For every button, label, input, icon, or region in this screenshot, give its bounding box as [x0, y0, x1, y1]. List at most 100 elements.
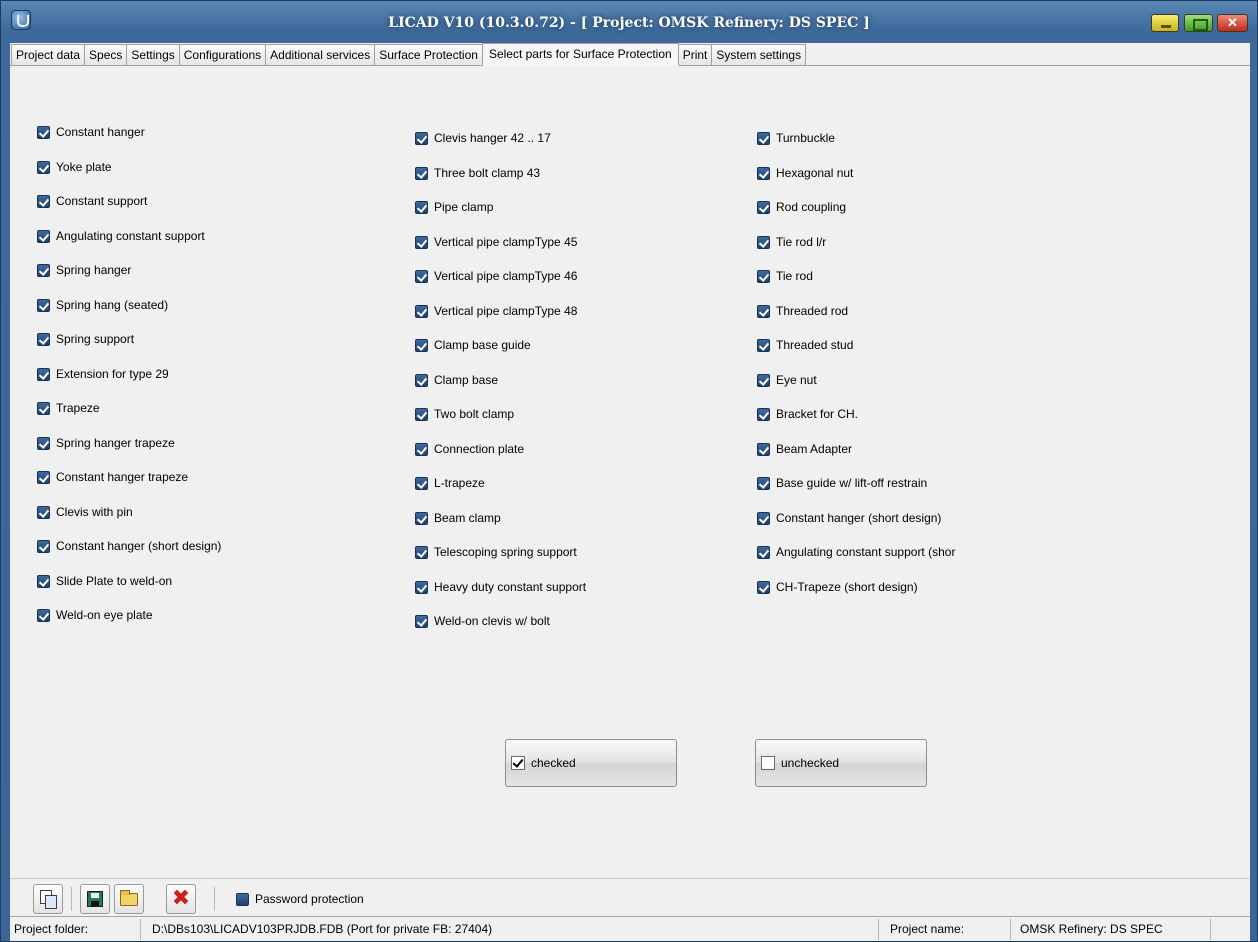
checkbox-checked-icon	[415, 131, 428, 145]
checkbox-checked-icon	[37, 608, 50, 622]
part-checkbox[interactable]: Heavy duty constant support	[415, 579, 586, 595]
checkbox-checked-icon	[757, 407, 770, 421]
part-checkbox[interactable]: Angulating constant support	[37, 228, 205, 244]
tab-specs[interactable]: Specs	[84, 44, 128, 65]
part-checkbox-label: Clevis hanger 42 .. 17	[434, 131, 551, 145]
toolbar-separator	[71, 887, 72, 911]
checkbox-checked-icon	[415, 407, 428, 421]
part-checkbox[interactable]: Base guide w/ lift-off restrain	[757, 475, 927, 491]
tab-settings[interactable]: Settings	[126, 44, 180, 65]
part-checkbox[interactable]: Constant hanger	[37, 124, 145, 140]
checked-checkbox-icon	[511, 756, 525, 770]
part-checkbox-label: Vertical pipe clampType 45	[434, 235, 578, 249]
part-checkbox[interactable]: Constant hanger (short design)	[757, 510, 941, 526]
part-checkbox[interactable]: Beam Adapter	[757, 441, 852, 457]
part-checkbox-label: Turnbuckle	[776, 131, 835, 145]
part-checkbox-label: Weld-on clevis w/ bolt	[434, 614, 550, 628]
part-checkbox[interactable]: Threaded rod	[757, 303, 848, 319]
part-checkbox[interactable]: Three bolt clamp 43	[415, 165, 540, 181]
part-checkbox-label: Angulating constant support	[56, 229, 205, 243]
folder-open-icon	[120, 889, 138, 906]
part-checkbox[interactable]: Clevis with pin	[37, 504, 133, 520]
unchecked-checkbox-icon	[761, 756, 775, 770]
uncheck-all-label: unchecked	[781, 756, 840, 770]
copy-project-button[interactable]	[33, 884, 63, 914]
part-checkbox[interactable]: CH-Trapeze (short design)	[757, 579, 918, 595]
part-checkbox[interactable]: Turnbuckle	[757, 130, 835, 146]
part-checkbox-label: Hexagonal nut	[776, 166, 854, 180]
part-checkbox-label: Clamp base guide	[434, 338, 531, 352]
tab-print[interactable]: Print	[677, 44, 713, 65]
tab-select-parts-for-surface-protection[interactable]: Select parts for Surface Protection	[481, 43, 679, 66]
part-checkbox-label: Rod coupling	[776, 200, 847, 214]
password-protection-checkbox[interactable]: Password protection	[236, 892, 364, 906]
part-checkbox[interactable]: Angulating constant support (shor	[757, 544, 955, 560]
part-checkbox-label: Connection plate	[434, 442, 525, 456]
part-checkbox[interactable]: Vertical pipe clampType 48	[415, 303, 577, 319]
part-checkbox[interactable]: Constant hanger (short design)	[37, 538, 221, 554]
open-folder-button[interactable]	[114, 884, 144, 914]
part-checkbox[interactable]: Connection plate	[415, 441, 524, 457]
select-parts-panel: checked unchecked Constant hanger Yoke pl…	[10, 66, 1250, 878]
checkbox-checked-icon	[757, 131, 770, 145]
part-checkbox[interactable]: Rod coupling	[757, 199, 846, 215]
window-title: LICAD V10 (10.3.0.72) - [ Project: OMSK …	[388, 15, 870, 31]
tab-strip: Project data Specs Settings Configurations A…	[10, 43, 1250, 66]
maximize-button[interactable]	[1184, 14, 1213, 32]
part-checkbox[interactable]: Tie rod	[757, 268, 813, 284]
part-checkbox[interactable]: Telescoping spring support	[415, 544, 577, 560]
part-checkbox-label: Angulating constant support (shor	[776, 545, 956, 559]
checkbox-checked-icon	[415, 200, 428, 214]
save-button[interactable]	[80, 884, 110, 914]
tab-surface-protection[interactable]: Surface Protection	[374, 44, 483, 65]
part-checkbox[interactable]: Clamp base	[415, 372, 498, 388]
part-checkbox-label: Trapeze	[56, 401, 100, 415]
part-checkbox[interactable]: Extension for type 29	[37, 366, 169, 382]
part-checkbox-label: Constant hanger (short design)	[776, 511, 942, 525]
minimize-button[interactable]	[1151, 14, 1179, 32]
part-checkbox-label: Yoke plate	[56, 160, 112, 174]
checkbox-checked-icon	[37, 401, 50, 415]
client-area: Project data Specs Settings Configurations A…	[10, 43, 1250, 941]
part-checkbox[interactable]: Bracket for CH.	[757, 406, 858, 422]
part-checkbox-label: Weld-on eye plate	[56, 608, 153, 622]
part-checkbox[interactable]: Vertical pipe clampType 45	[415, 234, 577, 250]
part-checkbox[interactable]: Pipe clamp	[415, 199, 493, 215]
part-checkbox[interactable]: Vertical pipe clampType 46	[415, 268, 577, 284]
part-checkbox[interactable]: Clevis hanger 42 .. 17	[415, 130, 551, 146]
part-checkbox[interactable]: Beam clamp	[415, 510, 501, 526]
part-checkbox[interactable]: Slide Plate to weld-on	[37, 573, 172, 589]
tab-configurations[interactable]: Configurations	[178, 44, 267, 65]
part-checkbox[interactable]: Weld-on clevis w/ bolt	[415, 613, 550, 629]
close-window-button[interactable]: ✕	[1217, 14, 1248, 32]
part-checkbox[interactable]: Constant hanger trapeze	[37, 469, 188, 485]
part-checkbox[interactable]: Eye nut	[757, 372, 817, 388]
part-checkbox[interactable]: Spring hang (seated)	[37, 297, 168, 313]
tab-project-data[interactable]: Project data	[11, 44, 86, 65]
part-checkbox[interactable]: Weld-on eye plate	[37, 607, 153, 623]
check-all-button[interactable]: checked	[505, 739, 677, 787]
part-checkbox[interactable]: Constant support	[37, 193, 147, 209]
tab-system-settings[interactable]: System settings	[711, 44, 807, 65]
checkbox-checked-icon	[757, 511, 770, 525]
part-checkbox-label: Beam Adapter	[776, 442, 853, 456]
checkbox-checked-icon	[757, 373, 770, 387]
part-checkbox[interactable]: Hexagonal nut	[757, 165, 853, 181]
part-checkbox[interactable]: Spring support	[37, 331, 134, 347]
delete-button[interactable]: ✖	[166, 884, 196, 914]
part-checkbox[interactable]: Tie rod l/r	[757, 234, 826, 250]
title-bar[interactable]: LICAD V10 (10.3.0.72) - [ Project: OMSK …	[1, 1, 1257, 43]
part-checkbox[interactable]: Threaded stud	[757, 337, 853, 353]
part-checkbox[interactable]: Clamp base guide	[415, 337, 531, 353]
main-window: LICAD V10 (10.3.0.72) - [ Project: OMSK …	[0, 0, 1258, 942]
part-checkbox[interactable]: Trapeze	[37, 400, 100, 416]
part-checkbox[interactable]: Yoke plate	[37, 159, 112, 175]
part-checkbox[interactable]: Spring hanger trapeze	[37, 435, 175, 451]
uncheck-all-button[interactable]: unchecked	[755, 739, 927, 787]
tab-additional-services[interactable]: Additional services	[265, 44, 376, 65]
part-checkbox[interactable]: L-trapeze	[415, 475, 485, 491]
part-checkbox[interactable]: Two bolt clamp	[415, 406, 514, 422]
part-checkbox-label: Extension for type 29	[56, 367, 169, 381]
part-checkbox[interactable]: Spring hanger	[37, 262, 131, 278]
part-checkbox-label: Constant hanger trapeze	[56, 470, 189, 484]
